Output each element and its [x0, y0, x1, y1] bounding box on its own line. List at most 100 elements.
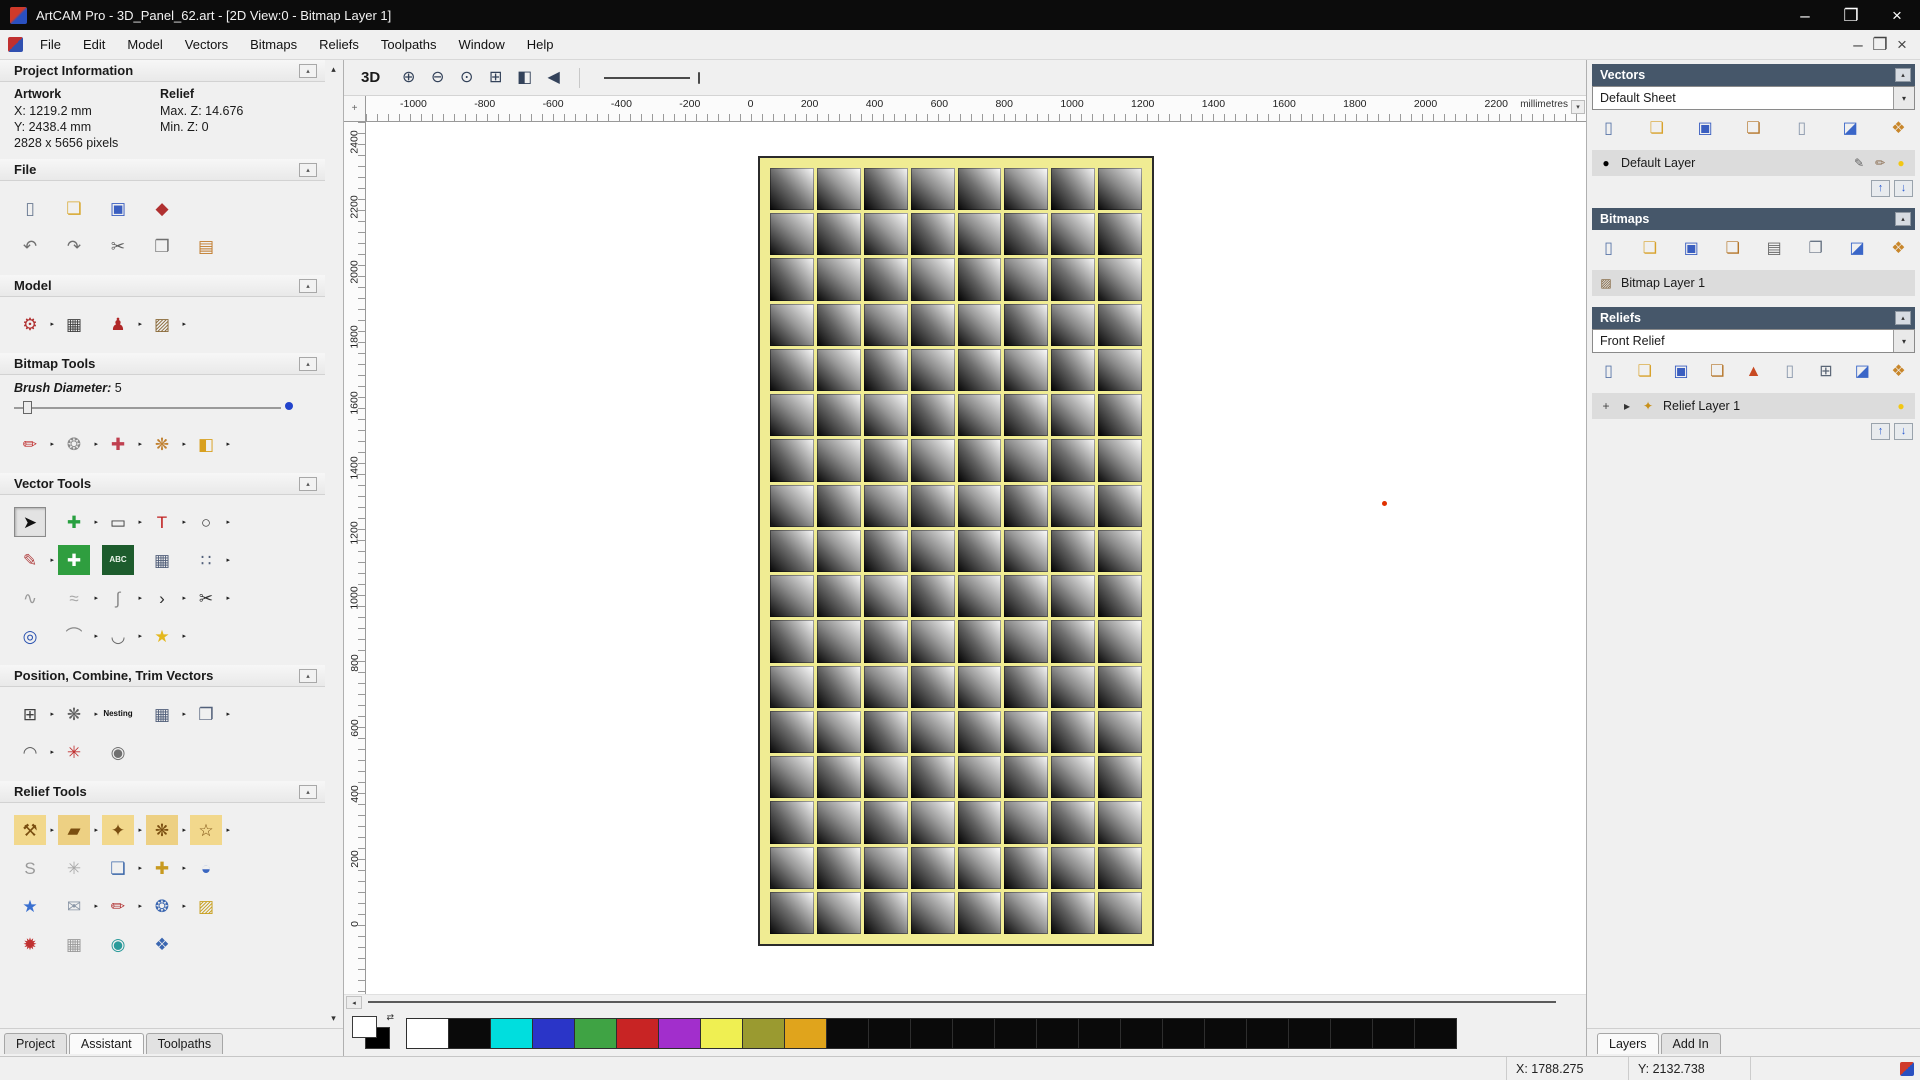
palette-swatch-4[interactable]: [574, 1018, 617, 1049]
flyout-arrow-icon[interactable]: ▸: [182, 518, 186, 526]
flyout-arrow-icon[interactable]: ▸: [138, 902, 142, 910]
new-relief-layer-icon[interactable]: ▯: [1596, 361, 1621, 383]
swap-colours-icon[interactable]: ⇄: [386, 1012, 394, 1023]
relief-calculator-icon[interactable]: ⊞: [1814, 361, 1839, 383]
cut-icon[interactable]: ✂: [102, 231, 134, 261]
vector-layer-colour-icon[interactable]: ●: [1597, 154, 1615, 172]
model-transfer-icon[interactable]: ◆: [146, 193, 178, 223]
collapse-section-icon[interactable]: ▴: [1895, 212, 1911, 226]
colour-picker-icon[interactable]: ✚▸: [102, 429, 134, 459]
create-text-icon[interactable]: T▸: [146, 507, 178, 537]
palette-swatch-2[interactable]: [490, 1018, 533, 1049]
collapse-section-icon[interactable]: ▴: [1895, 68, 1911, 82]
face-wizard-icon[interactable]: ❏▸: [102, 853, 134, 883]
new-sheet-icon[interactable]: ▯: [1789, 118, 1814, 140]
toggle-all-vector-layers-icon[interactable]: ❖: [1886, 118, 1911, 140]
file-section-header[interactable]: File ▴: [0, 159, 325, 181]
bitmap-layer-thumb-icon[interactable]: ▨: [1597, 274, 1615, 292]
clear-vector-layer-icon[interactable]: ◪: [1838, 118, 1863, 140]
open-relief-icon[interactable]: ❏: [1632, 361, 1657, 383]
collapse-section-icon[interactable]: ▴: [299, 477, 317, 491]
two-rail-sweep-icon[interactable]: ✚▸: [146, 853, 178, 883]
star-wizard-icon[interactable]: ★: [14, 891, 46, 921]
menu-toolpaths[interactable]: Toolpaths: [370, 32, 448, 57]
bitmap-tools-header[interactable]: Bitmap Tools ▴: [0, 353, 325, 375]
flyout-arrow-icon[interactable]: ▸: [182, 594, 186, 602]
close-button[interactable]: ×: [1874, 0, 1920, 30]
palette-swatch-14[interactable]: [994, 1018, 1037, 1049]
shape-editor-icon[interactable]: ⚒▸: [14, 815, 46, 845]
smooth-relief-icon[interactable]: ▰▸: [58, 815, 90, 845]
flyout-arrow-icon[interactable]: ▸: [138, 440, 142, 448]
save-vectors-icon[interactable]: ▣: [1693, 118, 1718, 140]
extra-relief-tool-2-icon[interactable]: ▦: [58, 929, 90, 959]
flyout-arrow-icon[interactable]: ▸: [50, 440, 54, 448]
paste-icon[interactable]: ▤: [190, 231, 222, 261]
tab-toolpaths[interactable]: Toolpaths: [146, 1033, 224, 1054]
flyout-arrow-icon[interactable]: ▸: [50, 748, 54, 756]
flyout-arrow-icon[interactable]: ▸: [50, 320, 54, 328]
palette-swatch-7[interactable]: [700, 1018, 743, 1049]
scrollbar-thumb[interactable]: [368, 1001, 1556, 1003]
zoom-in-icon[interactable]: ⊕: [395, 65, 422, 90]
scrollbar-track[interactable]: [366, 996, 1582, 1009]
collapse-section-icon[interactable]: ▴: [299, 279, 317, 293]
palette-swatch-8[interactable]: [742, 1018, 785, 1049]
open-vectors-icon[interactable]: ❏: [1644, 118, 1669, 140]
relief-wizard-icon[interactable]: ☆▸: [190, 815, 222, 845]
project-information-header[interactable]: Project Information ▴: [0, 60, 325, 82]
palette-swatch-20[interactable]: [1246, 1018, 1289, 1049]
group-weld-icon[interactable]: ❐▸: [190, 699, 222, 729]
direction-icon[interactable]: ›▸: [146, 583, 178, 613]
palette-swatch-6[interactable]: [658, 1018, 701, 1049]
select-tool-icon[interactable]: ➤: [14, 507, 46, 537]
flyout-arrow-icon[interactable]: ▸: [94, 632, 98, 640]
position-combine-trim-header[interactable]: Position, Combine, Trim Vectors ▴: [0, 665, 325, 687]
vector-tools-header[interactable]: Vector Tools ▴: [0, 473, 325, 495]
layer-edit-icon[interactable]: ✏: [1871, 154, 1889, 172]
set-model-size-icon[interactable]: ⚙▸: [14, 309, 46, 339]
menu-edit[interactable]: Edit: [72, 32, 116, 57]
switch-to-3d-button[interactable]: 3D: [354, 66, 387, 89]
relief-tools-header[interactable]: Relief Tools ▴: [0, 781, 325, 803]
zoom-previous-icon[interactable]: ◀: [540, 65, 567, 90]
tab-project[interactable]: Project: [4, 1033, 67, 1054]
brush-diameter-slider[interactable]: [14, 399, 309, 415]
redo-icon[interactable]: ↷: [58, 231, 90, 261]
circular-copy-icon[interactable]: ❋▸: [58, 699, 90, 729]
save-model-icon[interactable]: ▣: [102, 193, 134, 223]
relief-layer-thumb-icon[interactable]: ✦: [1639, 397, 1657, 415]
panel-scroll-strip[interactable]: ▴ ▾: [325, 62, 342, 1026]
open-model-icon[interactable]: ❏: [58, 193, 90, 223]
palette-icon[interactable]: ❋▸: [146, 429, 178, 459]
fit-arcs-icon[interactable]: ∿: [14, 583, 46, 613]
flyout-arrow-icon[interactable]: ▸: [50, 710, 54, 718]
collapse-section-icon[interactable]: ▴: [299, 785, 317, 799]
menu-bitmaps[interactable]: Bitmaps: [239, 32, 308, 57]
paint-relief-icon[interactable]: ✏▸: [102, 891, 134, 921]
nesting-icon[interactable]: Nesting: [102, 699, 134, 729]
free-curve-icon[interactable]: ⌒▸: [58, 621, 90, 651]
toggle-all-relief-layers-icon[interactable]: ❖: [1886, 361, 1911, 383]
tab-add-in[interactable]: Add In: [1661, 1033, 1721, 1054]
open-bitmap-icon[interactable]: ❏: [1637, 238, 1662, 260]
palette-swatch-10[interactable]: [826, 1018, 869, 1049]
palette-swatch-13[interactable]: [952, 1018, 995, 1049]
maximize-button[interactable]: ❐: [1828, 0, 1874, 30]
palette-swatch-19[interactable]: [1204, 1018, 1247, 1049]
vectors-header[interactable]: Vectors ▴: [1592, 64, 1915, 86]
flyout-arrow-icon[interactable]: ▸: [182, 710, 186, 718]
edit-nodes-icon[interactable]: ∫▸: [102, 583, 134, 613]
convert-text-icon[interactable]: ABC: [102, 545, 134, 575]
vector-grid-icon[interactable]: ▦: [146, 545, 178, 575]
flyout-arrow-icon[interactable]: ▸: [94, 902, 98, 910]
create-ellipse-icon[interactable]: ○▸: [190, 507, 222, 537]
chevron-down-icon[interactable]: ▾: [1893, 87, 1914, 109]
dome-icon[interactable]: ◒: [190, 853, 222, 883]
relief-selector[interactable]: Front Relief ▾: [1592, 329, 1915, 353]
flyout-arrow-icon[interactable]: ▸: [182, 864, 186, 872]
palette-swatch-21[interactable]: [1288, 1018, 1331, 1049]
add-relief-layer-icon[interactable]: +: [1597, 397, 1615, 415]
relief-visibility-bulb-icon[interactable]: ●: [1892, 397, 1910, 415]
smoothing-icon[interactable]: S: [14, 853, 46, 883]
